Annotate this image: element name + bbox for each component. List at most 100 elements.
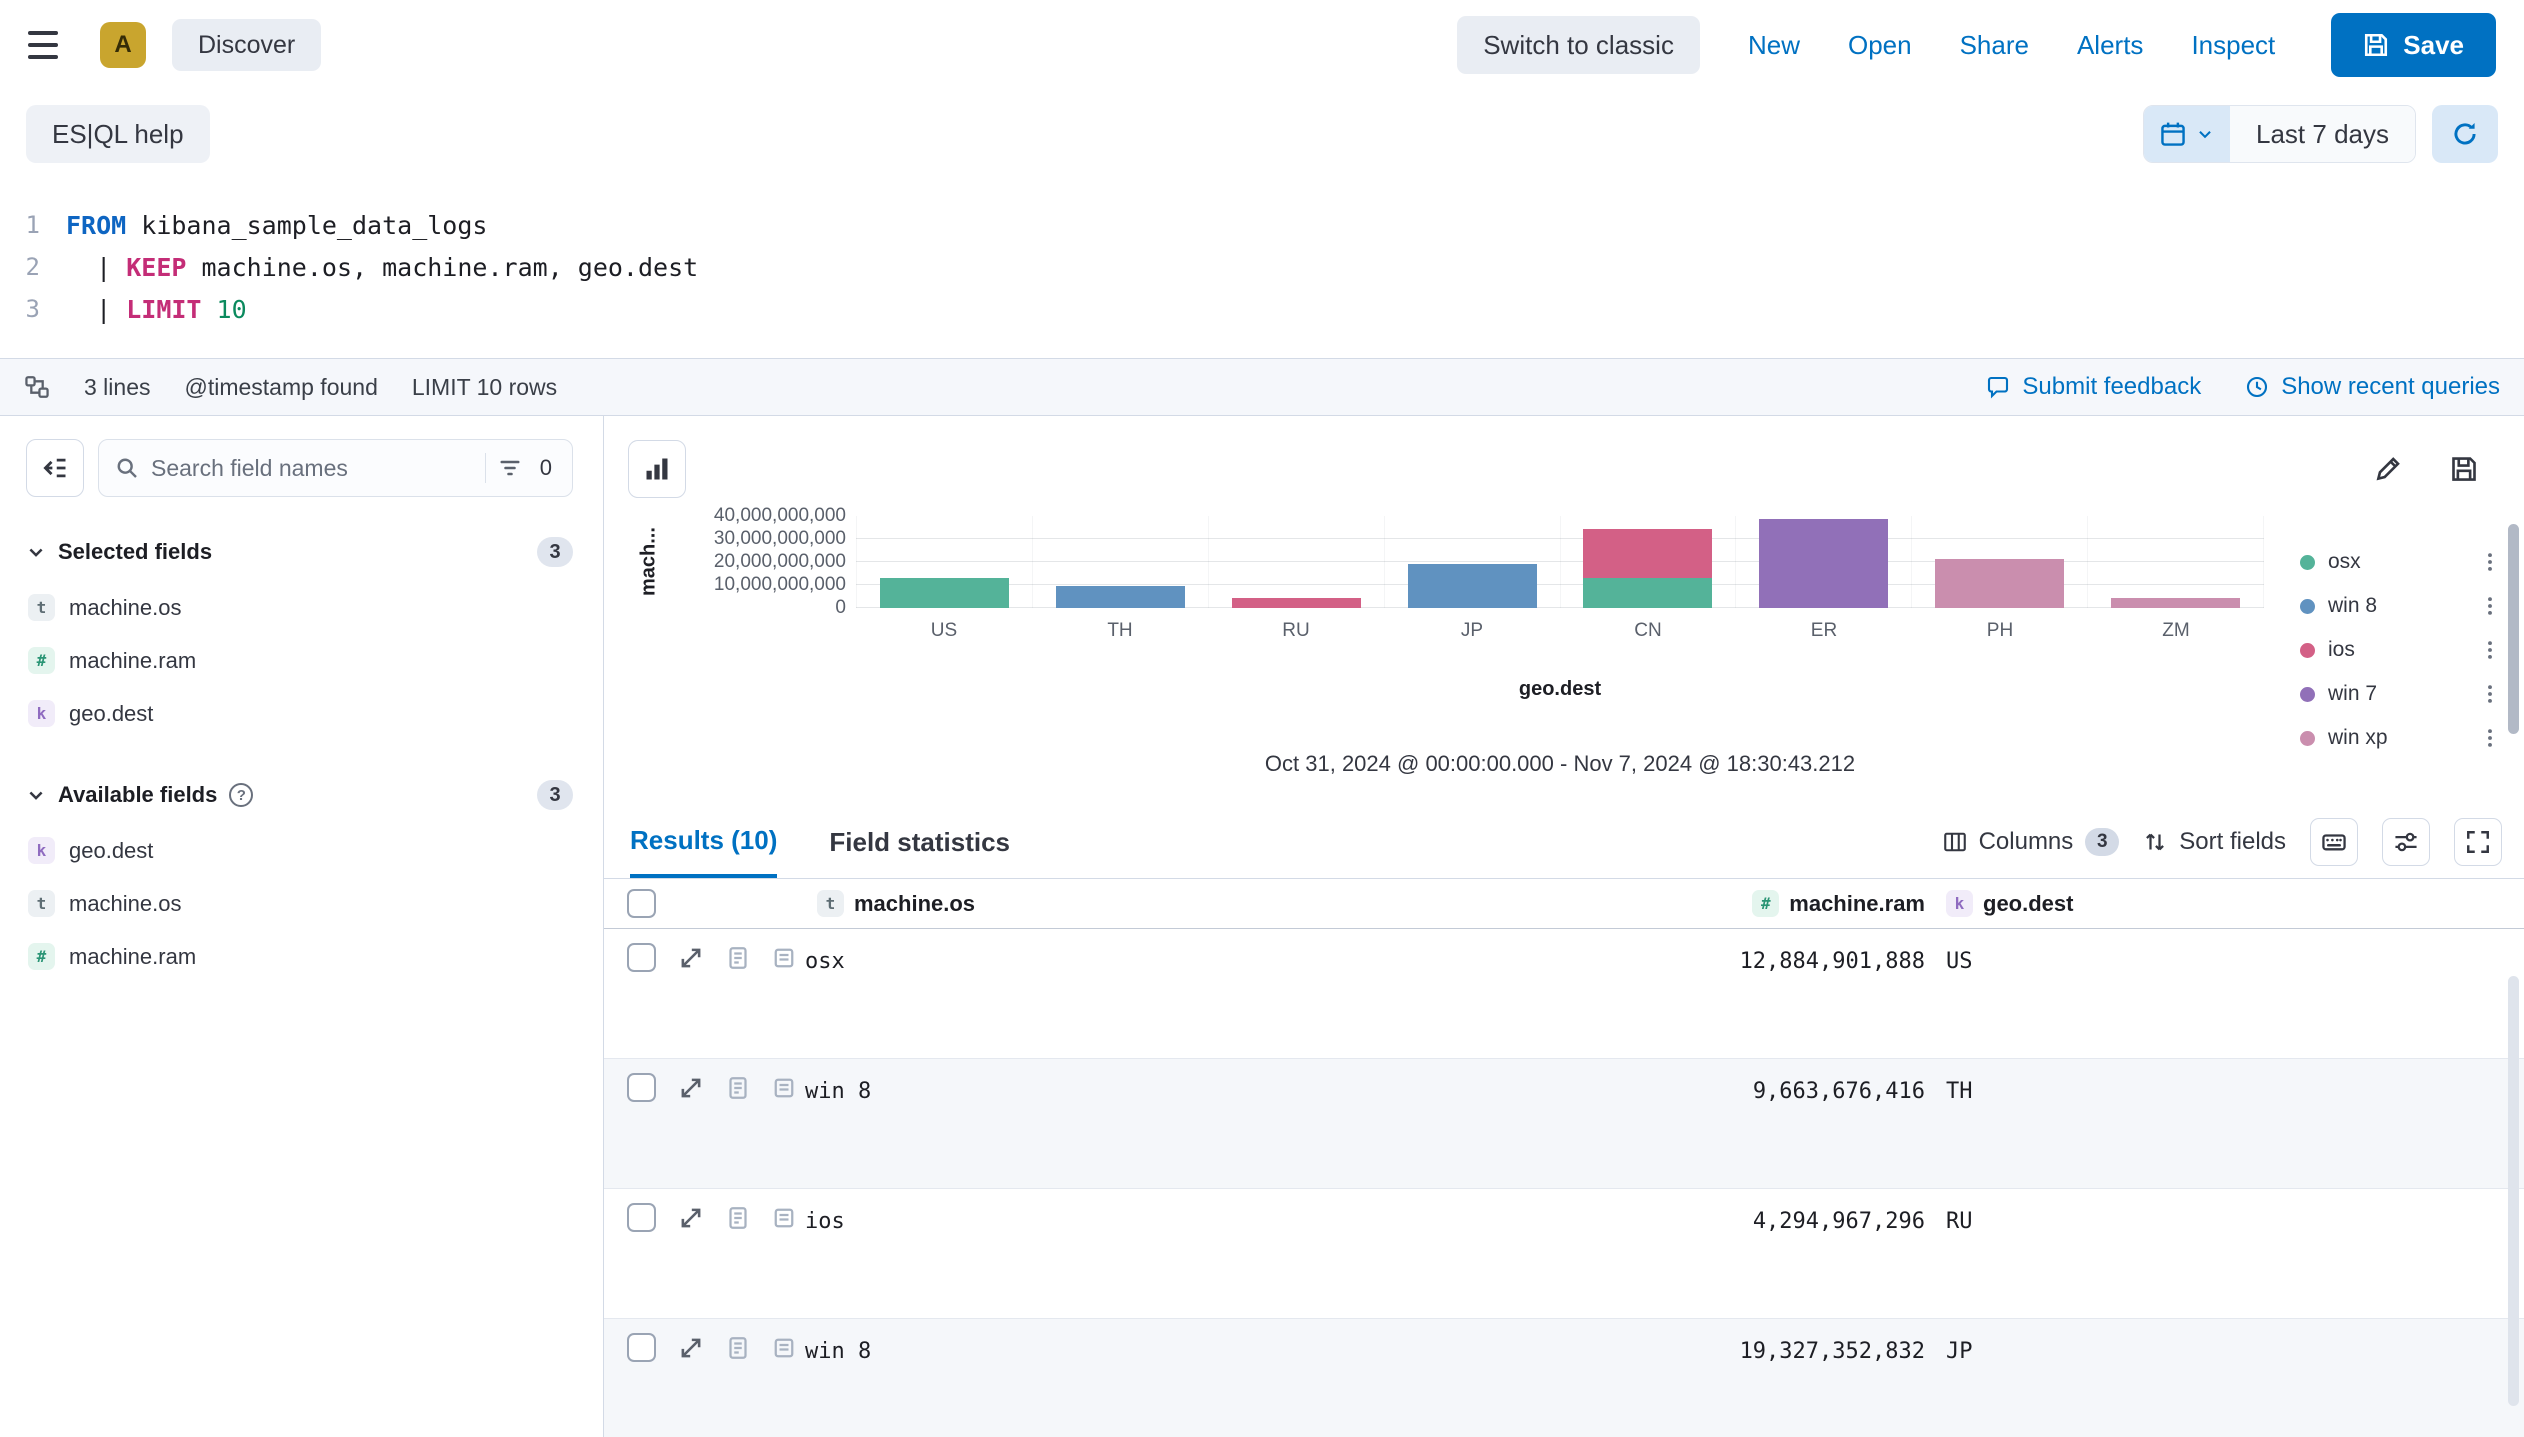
editor-line[interactable]: 1 FROM kibana_sample_data_logs: [0, 204, 2524, 246]
field-item-machine-os[interactable]: t machine.os: [26, 581, 573, 634]
menu-icon[interactable]: [28, 22, 74, 68]
expand-row-icon[interactable]: [678, 1335, 704, 1361]
tab-results[interactable]: Results (10): [630, 806, 777, 878]
switch-to-classic-button[interactable]: Switch to classic: [1457, 16, 1700, 74]
view-document-icon[interactable]: [726, 946, 750, 970]
show-recent-queries-link[interactable]: Show recent queries: [2245, 373, 2500, 401]
new-link[interactable]: New: [1748, 30, 1800, 61]
space-avatar[interactable]: A: [100, 22, 146, 68]
scrollbar-thumb[interactable]: [2508, 524, 2519, 734]
open-link[interactable]: Open: [1848, 30, 1912, 61]
alerts-link[interactable]: Alerts: [2077, 30, 2143, 61]
bar-segment-CN-ios[interactable]: [1583, 529, 1712, 578]
legend-item-osx[interactable]: osx: [2300, 540, 2498, 584]
bar-segment-CN-osx[interactable]: [1583, 578, 1712, 608]
collapse-sidebar-button[interactable]: [26, 439, 84, 497]
cell-geo-dest[interactable]: US: [1925, 929, 2524, 976]
view-document-icon[interactable]: [726, 1076, 750, 1100]
inspect-document-icon[interactable]: [772, 1336, 796, 1360]
date-picker[interactable]: Last 7 days: [2143, 105, 2416, 163]
editor-line[interactable]: 2 | KEEP machine.os, machine.ram, geo.de…: [0, 246, 2524, 288]
cell-machine-os[interactable]: win 8: [805, 1319, 1694, 1366]
view-document-icon[interactable]: [726, 1206, 750, 1230]
lines-info: 3 lines: [84, 374, 150, 401]
submit-feedback-link[interactable]: Submit feedback: [1986, 373, 2201, 401]
scrollbar-thumb[interactable]: [2508, 976, 2519, 1406]
cell-machine-ram[interactable]: 4,294,967,296: [1694, 1189, 1925, 1236]
bar-segment-US-osx[interactable]: [880, 578, 1009, 608]
save-visualization-button[interactable]: [2444, 449, 2484, 489]
feedback-icon: [1986, 375, 2010, 399]
inspect-document-icon[interactable]: [772, 1206, 796, 1230]
cell-machine-os[interactable]: win 8: [805, 1059, 1694, 1106]
legend-options-icon[interactable]: [2482, 727, 2498, 749]
cell-geo-dest[interactable]: RU: [1925, 1189, 2524, 1236]
cell-geo-dest[interactable]: JP: [1925, 1319, 2524, 1366]
save-icon: [2363, 32, 2389, 58]
legend-options-icon[interactable]: [2482, 551, 2498, 573]
field-search-box[interactable]: 0: [98, 439, 573, 497]
field-item-machine-ram[interactable]: # machine.ram: [26, 930, 573, 983]
cell-machine-ram[interactable]: 9,663,676,416: [1694, 1059, 1925, 1106]
expand-row-icon[interactable]: [678, 945, 704, 971]
legend-item-win-8[interactable]: win 8: [2300, 584, 2498, 628]
filter-icon[interactable]: [498, 456, 522, 480]
legend-item-win-7[interactable]: win 7: [2300, 672, 2498, 716]
bar-segment-PH-win-xp[interactable]: [1935, 559, 2064, 608]
visualization-type-button[interactable]: [628, 440, 686, 498]
legend-options-icon[interactable]: [2482, 595, 2498, 617]
field-item-geo-dest[interactable]: k geo.dest: [26, 824, 573, 877]
breadcrumb[interactable]: Discover: [172, 19, 321, 71]
expand-row-icon[interactable]: [678, 1075, 704, 1101]
column-header-machine-os[interactable]: t machine.os: [805, 890, 1694, 917]
field-item-geo-dest[interactable]: k geo.dest: [26, 687, 573, 740]
row-checkbox[interactable]: [627, 1073, 656, 1102]
available-fields-header[interactable]: Available fields 3: [26, 780, 573, 810]
esql-help-button[interactable]: ES|QL help: [26, 105, 210, 163]
search-input[interactable]: [151, 455, 473, 482]
row-checkbox[interactable]: [627, 1203, 656, 1232]
sort-fields-button[interactable]: Sort fields: [2143, 828, 2286, 856]
esql-editor[interactable]: 1 FROM kibana_sample_data_logs 2 | KEEP …: [0, 178, 2524, 358]
column-header-machine-ram[interactable]: # machine.ram: [1694, 890, 1925, 917]
column-header-geo-dest[interactable]: k geo.dest: [1925, 890, 2524, 917]
inspect-link[interactable]: Inspect: [2191, 30, 2275, 61]
legend-item-win-xp[interactable]: win xp: [2300, 716, 2498, 760]
cell-machine-ram[interactable]: 19,327,352,832: [1694, 1319, 1925, 1366]
field-item-machine-os[interactable]: t machine.os: [26, 877, 573, 930]
save-button[interactable]: Save: [2331, 13, 2496, 77]
quick-select-button[interactable]: [2144, 106, 2230, 162]
row-checkbox[interactable]: [627, 943, 656, 972]
bar-segment-JP-win-8[interactable]: [1408, 564, 1537, 608]
selected-fields-header[interactable]: Selected fields 3: [26, 537, 573, 567]
tab-field-statistics[interactable]: Field statistics: [829, 806, 1010, 878]
display-options-button[interactable]: [2382, 818, 2430, 866]
cell-machine-os[interactable]: osx: [805, 929, 1694, 976]
editor-line[interactable]: 3 | LIMIT 10: [0, 288, 2524, 330]
columns-button[interactable]: Columns 3: [1943, 828, 2120, 856]
help-icon[interactable]: [229, 783, 253, 807]
edit-visualization-button[interactable]: [2368, 449, 2408, 489]
bar-segment-ZM-win-xp[interactable]: [2111, 598, 2240, 608]
cell-machine-os[interactable]: ios: [805, 1189, 1694, 1236]
time-range-label[interactable]: Last 7 days: [2230, 106, 2415, 162]
legend-options-icon[interactable]: [2482, 683, 2498, 705]
field-item-machine-ram[interactable]: # machine.ram: [26, 634, 573, 687]
bar-segment-ER-win-7[interactable]: [1759, 519, 1888, 608]
keyboard-shortcuts-button[interactable]: [2310, 818, 2358, 866]
fullscreen-button[interactable]: [2454, 818, 2502, 866]
inspect-document-icon[interactable]: [772, 1076, 796, 1100]
legend-options-icon[interactable]: [2482, 639, 2498, 661]
view-document-icon[interactable]: [726, 1336, 750, 1360]
select-all-checkbox[interactable]: [627, 889, 656, 918]
cell-geo-dest[interactable]: TH: [1925, 1059, 2524, 1106]
expand-row-icon[interactable]: [678, 1205, 704, 1231]
refresh-button[interactable]: [2432, 105, 2498, 163]
cell-machine-ram[interactable]: 12,884,901,888: [1694, 929, 1925, 976]
legend-item-ios[interactable]: ios: [2300, 628, 2498, 672]
inspect-document-icon[interactable]: [772, 946, 796, 970]
bar-segment-TH-win-8[interactable]: [1056, 586, 1185, 608]
share-link[interactable]: Share: [1960, 30, 2029, 61]
row-checkbox[interactable]: [627, 1333, 656, 1362]
bar-segment-RU-ios[interactable]: [1232, 598, 1361, 608]
